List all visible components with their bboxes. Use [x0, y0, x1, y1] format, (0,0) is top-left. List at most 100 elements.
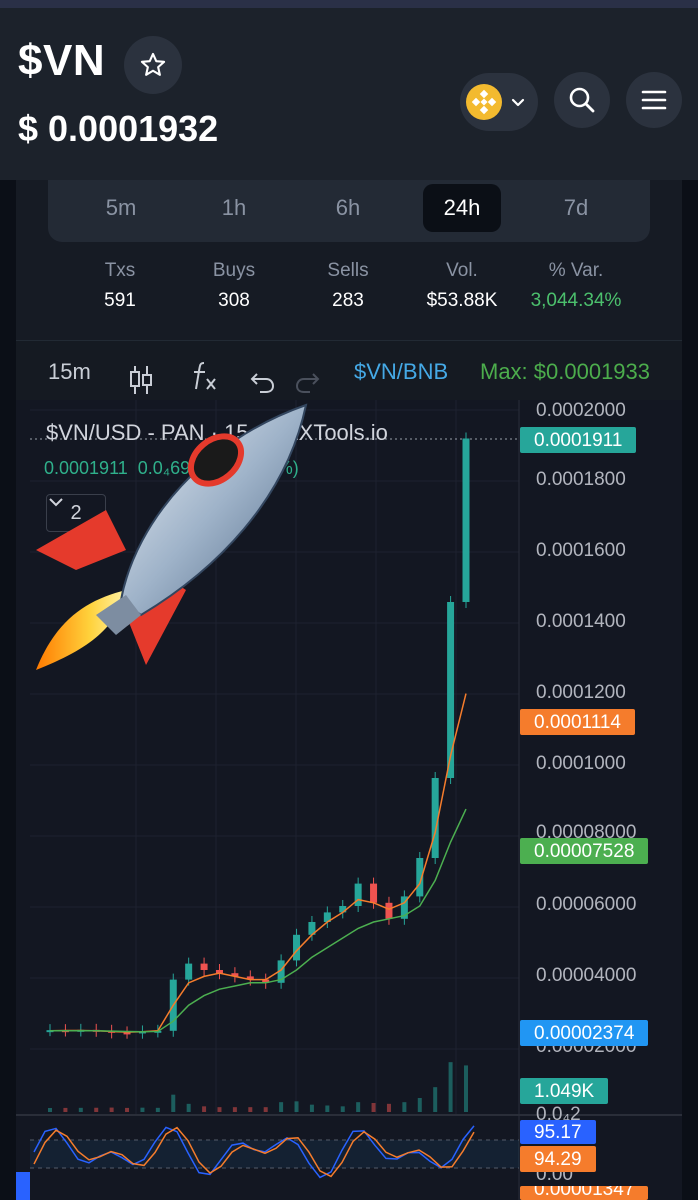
- y-tick: 0.00006000: [536, 894, 637, 915]
- stat-variation-label: % Var.: [548, 260, 604, 281]
- oscillator-tag-d: 94.29: [520, 1146, 596, 1172]
- token-header: $VN $ 0.0001932: [0, 8, 698, 180]
- tab-5m[interactable]: 5m: [82, 184, 160, 232]
- candle-body: [447, 602, 455, 778]
- volume-bar: [448, 1062, 453, 1112]
- ma-line-ma_fast: [49, 693, 467, 1033]
- volume-bar: [48, 1108, 52, 1112]
- price-tag-last: 0.0001911: [520, 427, 637, 453]
- stat-variation-value: 3,044.34%: [530, 290, 622, 311]
- volume-bar: [386, 1103, 391, 1112]
- volume-bar: [78, 1107, 83, 1112]
- y-tick: 0.0001600: [536, 540, 626, 561]
- stat-sells-label: Sells: [327, 260, 369, 281]
- chevron-down-icon: [511, 98, 525, 107]
- candles-icon: [130, 366, 152, 394]
- oscillator-tag-k: 95.17: [520, 1120, 596, 1144]
- stat-volume: Vol. $53.88K: [406, 260, 518, 312]
- chain-selector-button[interactable]: [460, 73, 538, 131]
- volume-bar: [402, 1102, 407, 1112]
- candle-body: [185, 963, 193, 980]
- volume-bar: [417, 1098, 422, 1112]
- redo-icon: [295, 373, 320, 393]
- token-ticker: $VN: [18, 36, 106, 85]
- max-price: Max: $0.0001933: [480, 359, 651, 384]
- y-tick: 0.0002000: [536, 400, 626, 421]
- stat-sells: Sells 283: [292, 260, 404, 312]
- tab-6h[interactable]: 6h: [309, 184, 387, 232]
- candle-body: [385, 902, 393, 919]
- token-price: $ 0.0001932: [18, 108, 219, 149]
- search-button[interactable]: [554, 72, 610, 128]
- volume-bar: [464, 1065, 468, 1112]
- stat-buys: Buys 308: [178, 260, 290, 312]
- favorite-button[interactable]: [124, 36, 182, 94]
- stat-buys-value: 308: [218, 290, 250, 311]
- tab-1h[interactable]: 1h: [195, 184, 273, 232]
- price-tag-ma-fast: 0.0001114: [520, 709, 635, 735]
- volume-bar: [309, 1104, 314, 1112]
- star-icon: [140, 52, 166, 76]
- undo-button[interactable]: [248, 359, 276, 393]
- stat-sells-value: 283: [332, 290, 364, 311]
- price-chart[interactable]: $VN/USD - PAN · 15 · DEXTools.io 0.00019…: [16, 400, 682, 1200]
- volume-bar: [155, 1107, 160, 1112]
- volume-bar: [171, 1094, 176, 1112]
- menu-icon: [641, 90, 667, 110]
- volume-bar: [217, 1107, 222, 1112]
- indicators-button[interactable]: [190, 355, 220, 390]
- candle-body: [370, 883, 378, 903]
- stat-txs-label: Txs: [104, 260, 136, 281]
- pair-label[interactable]: $VN/BNB: [354, 341, 448, 401]
- candle-body: [354, 883, 362, 906]
- candle-body: [200, 963, 208, 970]
- volume-bar: [94, 1107, 99, 1112]
- volume-bar: [433, 1087, 438, 1112]
- rocket-emoji: [36, 403, 308, 670]
- top-edge: [0, 0, 698, 8]
- volume-bar: [371, 1103, 376, 1112]
- volume-bar: [279, 1102, 284, 1112]
- volume-bar: [325, 1105, 330, 1112]
- pane-handle: [16, 1172, 30, 1200]
- indicators-icon: [194, 362, 216, 390]
- price-tag-ma-slow: 0.00007528: [520, 838, 649, 864]
- stat-volume-label: Vol.: [446, 260, 478, 281]
- stat-txs-value: 591: [104, 290, 136, 311]
- bottom-tag-label: 0.00001347: [534, 1186, 635, 1200]
- menu-button[interactable]: [626, 72, 682, 128]
- y-tick: 0.0001800: [536, 469, 626, 490]
- volume-bar: [294, 1101, 299, 1112]
- y-tick: 0.00004000: [536, 965, 637, 986]
- volume-bar: [202, 1106, 207, 1112]
- volume-bar: [232, 1107, 237, 1112]
- y-tick: 0.0001400: [536, 611, 626, 632]
- volume-bar: [63, 1107, 68, 1112]
- timeframe-tabs: 5m 1h 6h 24h 7d: [48, 180, 650, 242]
- undo-icon: [250, 373, 275, 393]
- chart-type-button[interactable]: [128, 357, 154, 394]
- volume-bar: [340, 1106, 345, 1112]
- volume-bar: [186, 1103, 191, 1112]
- redo-button[interactable]: [294, 359, 322, 393]
- bnb-chain-icon: [466, 84, 502, 120]
- volume-bar: [125, 1107, 130, 1112]
- tab-24h[interactable]: 24h: [423, 184, 501, 232]
- chart-toolbar: 15m $VN/BNB Max: $0.0001933: [16, 340, 682, 401]
- candle-body: [462, 438, 470, 602]
- stat-txs: Txs 591: [64, 260, 176, 312]
- tab-7d[interactable]: 7d: [537, 184, 615, 232]
- volume-bar: [109, 1107, 114, 1112]
- bottom-tag: 0.00001347: [520, 1186, 649, 1200]
- interval-selector[interactable]: 15m: [48, 341, 91, 401]
- ma-line-ma_slow: [50, 808, 467, 1033]
- search-icon: [569, 87, 595, 113]
- price-tag-blue: 0.00002374: [520, 1020, 649, 1046]
- volume-bar: [356, 1102, 361, 1112]
- y-tick: 0.0001200: [536, 682, 626, 703]
- volume-tag: 1.049K: [520, 1078, 609, 1104]
- volume-bar: [248, 1107, 253, 1112]
- volume-bar: [140, 1107, 145, 1112]
- volume-bar: [263, 1107, 268, 1112]
- y-tick: 0.0001000: [536, 753, 626, 774]
